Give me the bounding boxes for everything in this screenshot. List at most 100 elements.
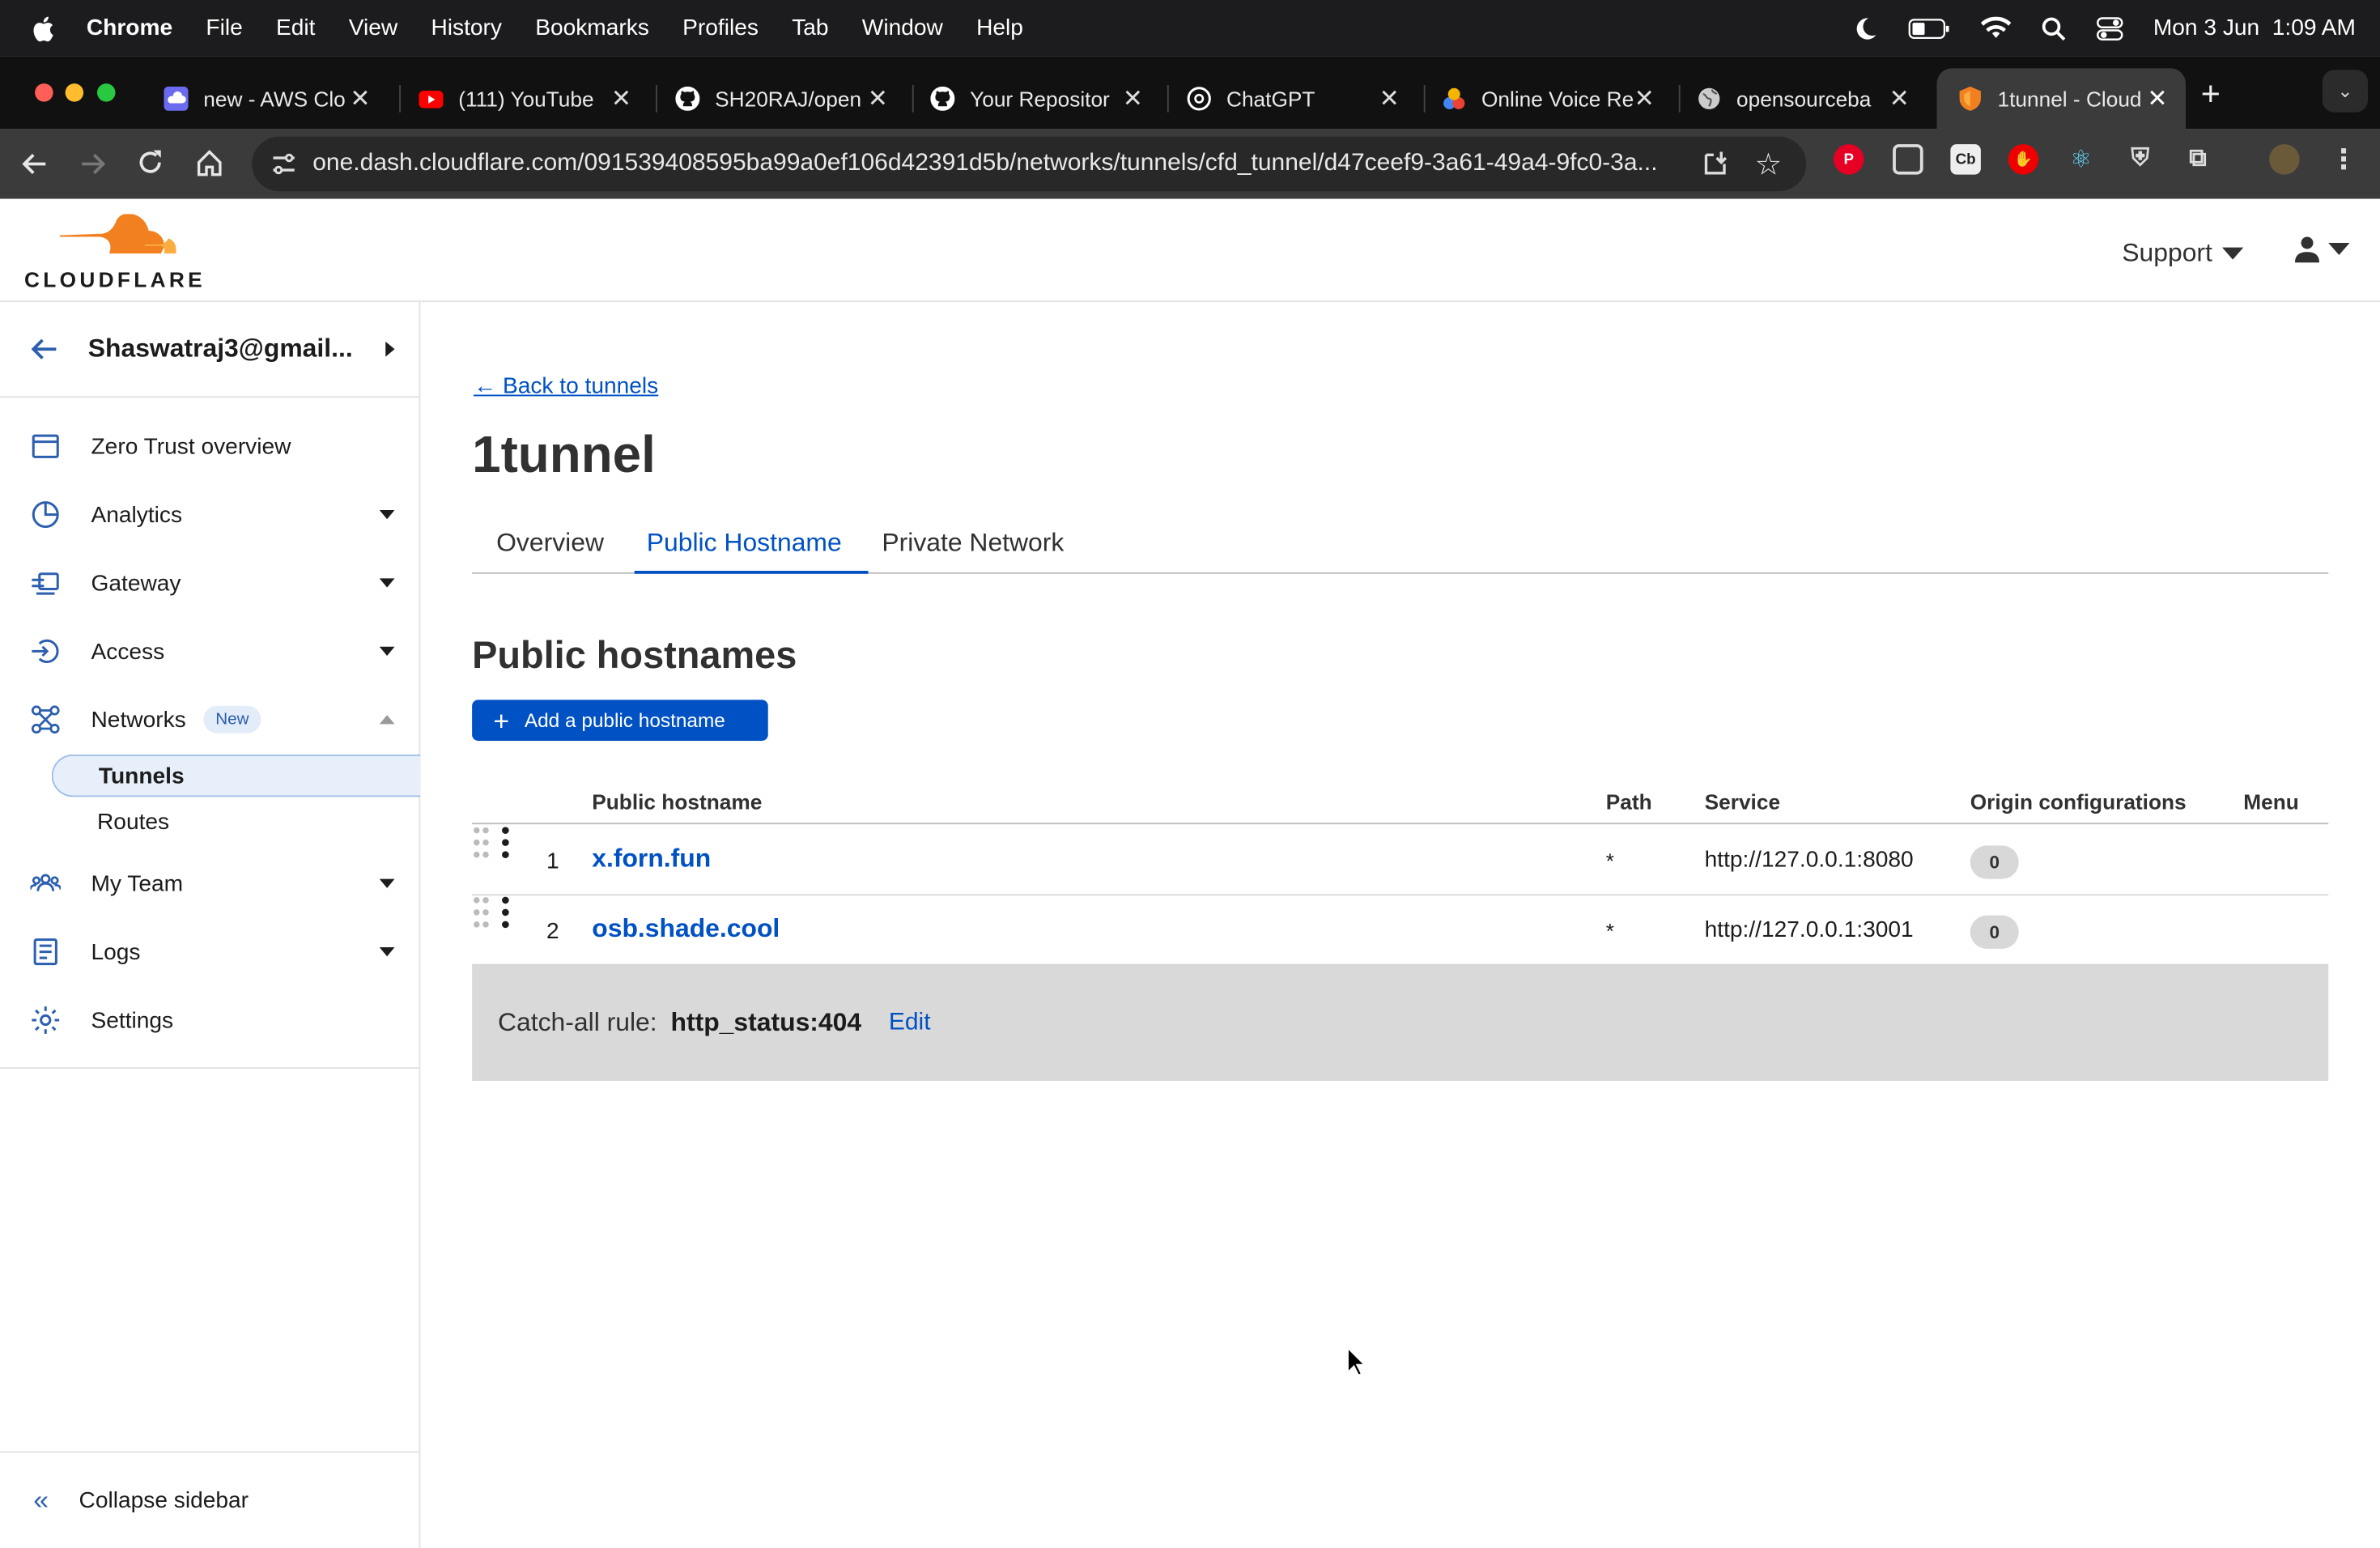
reload-icon[interactable] — [137, 149, 164, 176]
sidebar-item-networks[interactable]: Networks New — [0, 687, 419, 751]
collapse-sidebar-button[interactable]: « Collapse sidebar — [0, 1451, 419, 1548]
sidebar-item-zero-trust-overview[interactable]: Zero Trust overview — [0, 415, 419, 478]
browser-tab[interactable]: opensourceba ✕ — [1679, 68, 1928, 129]
tab-close-icon[interactable]: ✕ — [350, 83, 370, 114]
back-arrow-icon[interactable] — [31, 337, 58, 361]
menubar-datetime[interactable]: Mon 3 Jun 1:09 AM — [2153, 15, 2356, 41]
menu-bookmarks[interactable]: Bookmarks — [535, 15, 649, 41]
service-value: http://127.0.0.1:8080 — [1704, 847, 1914, 874]
browser-tab[interactable]: new - AWS Clo ✕ — [146, 68, 389, 129]
account-name: Shaswatraj3@gmail... — [87, 334, 353, 364]
browser-tab[interactable]: ChatGPT ✕ — [1169, 68, 1418, 129]
tab-search-button[interactable]: ⌄ — [2322, 70, 2368, 113]
install-app-icon[interactable] — [1700, 149, 1731, 180]
battery-icon[interactable] — [1907, 18, 1950, 39]
new-tab-button[interactable]: + — [2201, 74, 2221, 114]
tab-close-icon[interactable]: ✕ — [611, 83, 631, 114]
back-arrow-icon[interactable] — [21, 151, 49, 178]
drag-handle-icon[interactable] — [472, 826, 491, 859]
column-header-public-hostname: Public hostname — [592, 789, 763, 814]
drag-handle-icon[interactable] — [472, 895, 491, 929]
tab-private-network[interactable]: Private Network — [882, 529, 1064, 559]
plus-icon: + — [493, 704, 510, 736]
section-title: Public hostnames — [472, 634, 797, 678]
dark-mode-moon-icon[interactable] — [1853, 16, 1877, 40]
browser-tab[interactable]: Your Repositor ✕ — [912, 68, 1162, 129]
menu-edit[interactable]: Edit — [276, 15, 315, 41]
sidebar-subitem-tunnels[interactable]: Tunnels — [51, 754, 421, 797]
menu-tab[interactable]: Tab — [792, 15, 828, 41]
menu-profiles[interactable]: Profiles — [682, 15, 759, 41]
shield-extension-icon[interactable]: ⛨ — [2125, 144, 2156, 175]
user-menu-dropdown[interactable] — [2295, 236, 2350, 263]
browser-tab[interactable]: SH20RAJ/open ✕ — [657, 68, 907, 129]
chatgpt-icon — [1187, 87, 1211, 111]
spotlight-search-icon[interactable] — [2041, 16, 2065, 40]
menu-app-chrome[interactable]: Chrome — [87, 15, 172, 41]
cloudflare-logo[interactable]: CLOUDFLARE — [24, 213, 202, 291]
hostname-link[interactable]: x.forn.fun — [592, 844, 711, 875]
picture-in-picture-extension-icon[interactable] — [1893, 144, 1923, 175]
row-menu-kebab-icon[interactable] — [497, 895, 516, 929]
cb-extension-icon[interactable]: Cb — [1950, 144, 1981, 175]
network-icon — [31, 705, 60, 734]
cloudflare-shield-icon — [1958, 86, 1983, 111]
forward-arrow-icon[interactable] — [79, 151, 107, 178]
extensions-puzzle-icon[interactable]: ⧉ — [2182, 144, 2213, 175]
row-menu-kebab-icon[interactable] — [497, 826, 516, 859]
origin-config-count-badge: 0 — [1970, 845, 2019, 879]
menu-view[interactable]: View — [349, 15, 397, 41]
react-devtools-icon[interactable]: ⚛ — [2066, 144, 2097, 175]
tab-close-icon[interactable]: ✕ — [868, 83, 888, 114]
table-row: 1 x.forn.fun * http://127.0.0.1:8080 0 — [472, 826, 2329, 896]
account-switcher[interactable]: Shaswatraj3@gmail... — [0, 302, 419, 398]
gateway-icon — [32, 572, 59, 595]
site-settings-icon[interactable] — [270, 151, 298, 178]
browser-menu-kebab-icon[interactable]: ⋮ — [2328, 143, 2359, 175]
control-center-icon[interactable] — [2096, 16, 2123, 40]
add-public-hostname-button[interactable]: + Add a public hostname — [472, 700, 768, 741]
sidebar-item-settings[interactable]: Settings — [0, 989, 419, 1053]
tab-close-icon[interactable]: ✕ — [1123, 83, 1143, 114]
sidebar-item-my-team[interactable]: My Team — [0, 852, 419, 916]
sidebar-item-access[interactable]: Access — [0, 619, 419, 683]
chevron-down-icon — [379, 947, 395, 957]
apple-icon[interactable] — [31, 15, 55, 42]
menu-file[interactable]: File — [206, 15, 242, 41]
address-bar[interactable]: one.dash.cloudflare.com/091539408595ba99… — [252, 136, 1807, 192]
sidebar-item-logs[interactable]: Logs — [0, 920, 419, 984]
profile-avatar-icon[interactable] — [2269, 144, 2300, 175]
sidebar-item-analytics[interactable]: Analytics — [0, 483, 419, 546]
back-to-tunnels-link[interactable]: ← Back to tunnels — [474, 373, 658, 399]
sidebar-subitem-routes[interactable]: Routes — [52, 800, 421, 843]
tab-close-icon[interactable]: ✕ — [1889, 83, 1910, 114]
active-tab-indicator — [634, 571, 869, 574]
chevron-down-icon — [379, 578, 395, 588]
window-zoom-button[interactable] — [97, 83, 116, 102]
window-minimize-button[interactable] — [65, 83, 84, 102]
browser-tab[interactable]: Online Voice Re ✕ — [1424, 68, 1673, 129]
wifi-icon[interactable] — [1980, 15, 2011, 40]
gear-icon — [32, 1006, 60, 1034]
menu-help[interactable]: Help — [976, 15, 1023, 41]
chevron-right-icon — [385, 341, 395, 357]
pinterest-extension-icon[interactable]: P — [1834, 144, 1864, 175]
support-dropdown[interactable]: Support — [2122, 238, 2243, 269]
sidebar-item-gateway[interactable]: Gateway — [0, 551, 419, 615]
url-text[interactable]: one.dash.cloudflare.com/091539408595ba99… — [312, 151, 1686, 178]
tab-close-icon[interactable]: ✕ — [2147, 83, 2167, 114]
menu-window[interactable]: Window — [862, 15, 943, 41]
tab-close-icon[interactable]: ✕ — [1634, 83, 1655, 114]
window-close-button[interactable] — [35, 83, 53, 102]
tab-close-icon[interactable]: ✕ — [1379, 83, 1400, 114]
browser-tab[interactable]: (111) YouTube ✕ — [401, 68, 650, 129]
tab-overview[interactable]: Overview — [496, 529, 604, 559]
browser-tab-active[interactable]: 1tunnel - Cloud ✕ — [1936, 68, 2186, 130]
hostname-link[interactable]: osb.shade.cool — [592, 914, 780, 945]
bookmark-star-icon[interactable]: ☆ — [1755, 146, 1783, 184]
hand-extension-icon[interactable]: ✋ — [2008, 144, 2039, 175]
menu-history[interactable]: History — [431, 15, 502, 41]
home-icon[interactable] — [196, 149, 223, 176]
tab-public-hostname[interactable]: Public Hostname — [647, 529, 842, 559]
catch-all-edit-link[interactable]: Edit — [889, 1010, 931, 1037]
